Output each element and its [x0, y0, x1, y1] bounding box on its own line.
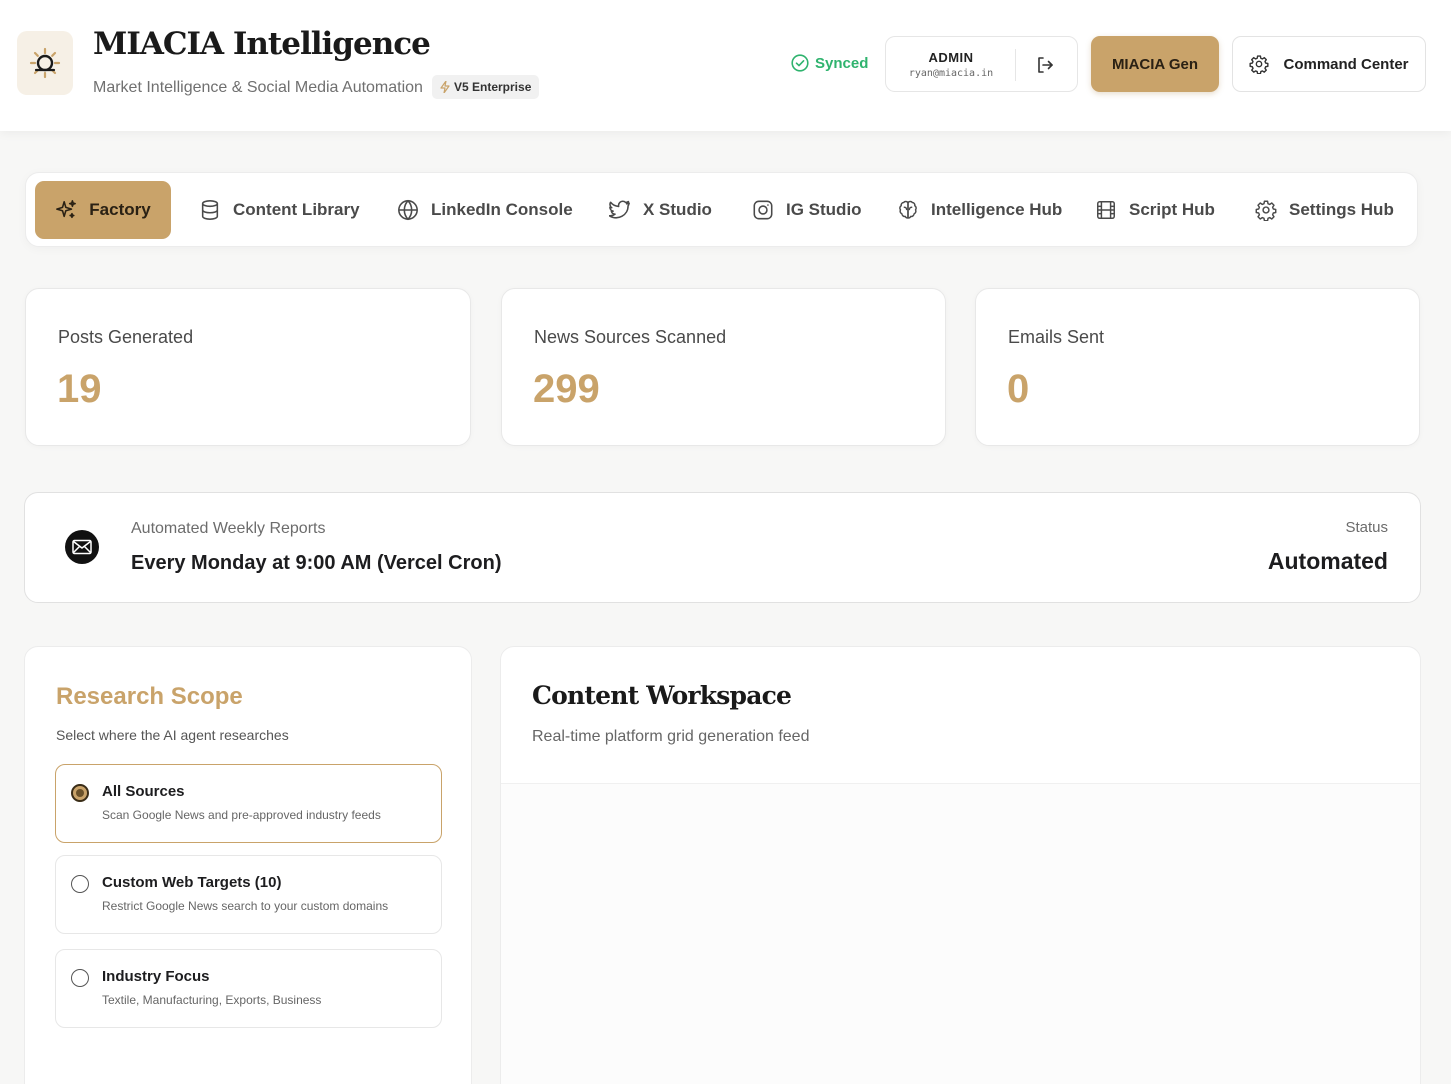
- user-email: ryan@miacia.in: [908, 68, 994, 79]
- scope-option-all-sources[interactable]: All Sources Scan Google News and pre-app…: [55, 764, 442, 843]
- tab-label: LinkedIn Console: [431, 200, 573, 219]
- stat-card-emails-sent: Emails Sent 0: [975, 288, 1420, 446]
- reports-label: Automated Weekly Reports: [131, 520, 326, 537]
- app-title: MIACIA Intelligence: [93, 26, 431, 62]
- version-badge-label: V5 Enterprise: [454, 80, 532, 94]
- workspace-subtitle: Real-time platform grid generation feed: [532, 728, 810, 745]
- research-scope-panel: Research Scope Select where the AI agent…: [24, 646, 472, 1084]
- tab-label: Settings Hub: [1289, 200, 1394, 219]
- version-badge: V5 Enterprise: [432, 75, 540, 99]
- tab-linkedin-console[interactable]: LinkedIn Console: [397, 181, 573, 239]
- radio-button[interactable]: [71, 969, 89, 987]
- command-center-button[interactable]: Command Center: [1232, 36, 1426, 92]
- stat-label: Posts Generated: [58, 327, 194, 347]
- sparkles-icon: [55, 199, 77, 221]
- command-center-label: Command Center: [1283, 55, 1409, 73]
- tab-content-library[interactable]: Content Library: [199, 181, 360, 239]
- logout-button[interactable]: [1031, 52, 1059, 78]
- app-header: MIACIA Intelligence Market Intelligence …: [0, 0, 1451, 131]
- stat-value: 19: [57, 367, 102, 411]
- tab-label: Content Library: [233, 200, 360, 219]
- scope-option-industry-focus[interactable]: Industry Focus Textile, Manufacturing, E…: [55, 949, 442, 1028]
- tab-label: Intelligence Hub: [931, 200, 1063, 219]
- gear-icon: [1249, 54, 1270, 74]
- tab-ig-studio[interactable]: IG Studio: [752, 181, 862, 239]
- weekly-reports-banner: Automated Weekly Reports Every Monday at…: [24, 492, 1421, 603]
- workspace-feed-area: [501, 784, 1420, 1084]
- stat-value: 0: [1007, 367, 1030, 411]
- tab-factory[interactable]: Factory: [35, 181, 171, 239]
- main-tabs: Factory Content Library LinkedIn Console…: [25, 172, 1418, 247]
- tab-label: Factory: [89, 200, 151, 219]
- reports-status-value: Automated: [1267, 548, 1388, 574]
- radio-button[interactable]: [71, 875, 89, 893]
- option-description: Restrict Google News search to your cust…: [102, 899, 389, 913]
- workspace-title: Content Workspace: [532, 681, 792, 710]
- mail-badge: [65, 530, 99, 564]
- stat-card-posts-generated: Posts Generated 19: [25, 288, 471, 446]
- content-workspace-panel: Content Workspace Real-time platform gri…: [500, 646, 1421, 1084]
- tab-label: IG Studio: [786, 200, 862, 219]
- user-role: ADMIN: [928, 50, 974, 65]
- sync-status: Synced: [791, 52, 868, 74]
- option-title: Industry Focus: [102, 968, 210, 985]
- reports-status-label: Status: [1345, 519, 1388, 536]
- check-circle-icon: [791, 54, 809, 72]
- mail-icon: [72, 539, 92, 555]
- user-divider: [1015, 49, 1016, 81]
- tab-script-hub[interactable]: Script Hub: [1095, 181, 1215, 239]
- reports-schedule: Every Monday at 9:00 AM (Vercel Cron): [131, 552, 502, 574]
- app-logo: [17, 31, 73, 95]
- lightning-icon: [440, 81, 450, 93]
- tab-label: Script Hub: [1129, 200, 1215, 219]
- brain-icon: [897, 199, 919, 221]
- sun-logo-icon: [28, 46, 62, 80]
- stat-card-news-sources-scanned: News Sources Scanned 299: [501, 288, 946, 446]
- option-title: All Sources: [102, 783, 185, 800]
- sync-status-label: Synced: [815, 54, 869, 72]
- globe-icon: [397, 199, 419, 221]
- logout-icon: [1035, 55, 1055, 75]
- radio-button[interactable]: [71, 784, 89, 802]
- tab-label: X Studio: [643, 200, 712, 219]
- tab-settings-hub[interactable]: Settings Hub: [1255, 181, 1394, 239]
- tab-x-studio[interactable]: X Studio: [609, 181, 712, 239]
- tab-intelligence-hub[interactable]: Intelligence Hub: [897, 181, 1062, 239]
- instagram-icon: [752, 199, 774, 221]
- gear-icon: [1255, 199, 1277, 221]
- app-subtitle: Market Intelligence & Social Media Autom…: [93, 79, 423, 96]
- database-icon: [199, 199, 221, 221]
- stat-label: Emails Sent: [1008, 327, 1105, 347]
- scope-option-custom-web-targets[interactable]: Custom Web Targets (10) Restrict Google …: [55, 855, 442, 934]
- twitter-icon: [609, 199, 631, 221]
- miacia-gen-button[interactable]: MIACIA Gen: [1091, 36, 1219, 92]
- user-panel: ADMIN ryan@miacia.in: [885, 36, 1078, 92]
- research-scope-subtitle: Select where the AI agent researches: [56, 727, 289, 743]
- option-title: Custom Web Targets (10): [102, 874, 282, 891]
- stat-label: News Sources Scanned: [534, 327, 727, 347]
- option-description: Scan Google News and pre-approved indust…: [102, 808, 381, 822]
- option-description: Textile, Manufacturing, Exports, Busines…: [102, 993, 322, 1007]
- research-scope-title: Research Scope: [56, 683, 243, 710]
- film-icon: [1095, 199, 1117, 221]
- stat-value: 299: [533, 367, 600, 411]
